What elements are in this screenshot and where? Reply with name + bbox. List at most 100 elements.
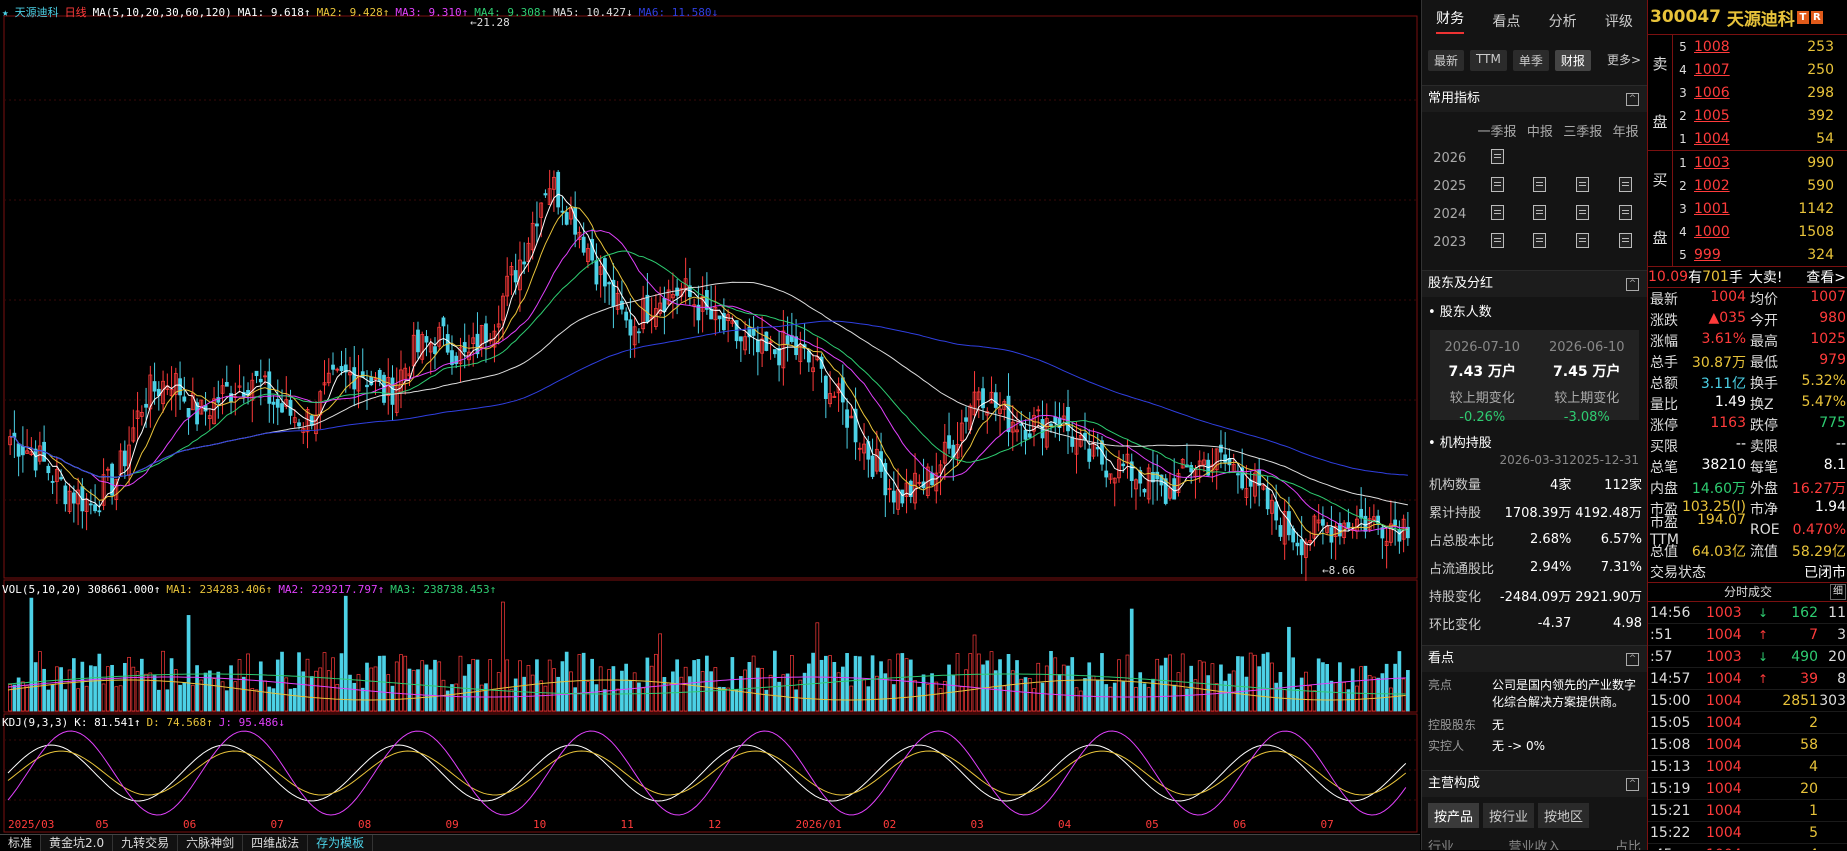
report-doc-icon[interactable] <box>1619 232 1633 248</box>
candle-body <box>607 282 612 285</box>
volume-bar <box>1355 685 1359 712</box>
stat-key: 换Z <box>1750 396 1774 413</box>
business-header[interactable]: 主营构成 ^ <box>1422 770 1647 797</box>
candle-body <box>1121 463 1126 467</box>
stat-key: 最高 <box>1750 333 1778 350</box>
collapse-icon[interactable]: ^ <box>1626 653 1639 666</box>
volume-bar <box>424 664 429 712</box>
volume-bar <box>114 686 119 712</box>
volume-bar <box>866 686 871 712</box>
report-doc-icon[interactable] <box>1490 204 1504 220</box>
report-doc-icon[interactable] <box>1490 232 1504 248</box>
report-doc-icon[interactable] <box>1490 176 1504 192</box>
candle-body <box>870 455 875 477</box>
volume-bar <box>908 659 913 712</box>
indicators-header[interactable]: 常用指标 ^ <box>1422 85 1647 112</box>
kline-chart-svg[interactable]: ←21.28←8.662025/03 05 06 07 08 09 10 11 12 2026/0… <box>0 0 1420 834</box>
business-seg-button[interactable]: 按地区 <box>1538 803 1590 828</box>
alert-view-link[interactable]: 查看> <box>1806 267 1846 287</box>
volume-bar <box>254 689 259 712</box>
detail-button[interactable]: 细 <box>1830 584 1846 600</box>
order-row[interactable]: 1 1004 54 <box>1673 127 1847 150</box>
trades-title: 分时成交 <box>1723 585 1772 599</box>
candle-body <box>16 443 21 457</box>
inst-value-b: 112家 <box>1604 477 1642 493</box>
bottom-tab[interactable]: 六脉神剑 <box>178 835 244 851</box>
candle-body <box>369 376 374 386</box>
report-doc-icon[interactable] <box>1576 204 1590 220</box>
finance-tab[interactable]: 财务 <box>1436 8 1465 34</box>
volume-bar <box>857 656 862 712</box>
candle-body <box>122 450 127 467</box>
order-row[interactable]: 2 1002 590 <box>1673 174 1847 197</box>
volume-bar <box>1299 677 1304 712</box>
report-doc-icon[interactable] <box>1619 204 1633 220</box>
report-doc-icon[interactable] <box>1533 176 1547 192</box>
holder-change-label: 较上期变化 <box>1554 391 1620 406</box>
candle-body <box>637 331 641 334</box>
quote-panel: 300047 天源迪科 TR 卖盘 5 1008 253 4 1007 250 3 1006 2… <box>1647 0 1847 850</box>
bottom-tab[interactable]: 四维战法 <box>243 835 309 851</box>
finance-subtab[interactable]: TTM <box>1470 50 1507 71</box>
finance-subtab[interactable]: 最新 <box>1428 50 1465 71</box>
kandian-header[interactable]: 看点 ^ <box>1422 645 1647 672</box>
candle-body <box>645 294 650 323</box>
candle-body <box>331 364 335 370</box>
report-doc-icon[interactable] <box>1619 176 1633 192</box>
collapse-icon[interactable]: ^ <box>1626 778 1639 791</box>
stat-key: 买限 <box>1650 438 1678 455</box>
bottom-tab[interactable]: 标准 <box>0 835 42 851</box>
order-row[interactable]: 1 1003 990 <box>1673 151 1847 174</box>
volume-bar <box>390 685 395 712</box>
x-axis-label: 2025/03 <box>8 818 54 831</box>
inst-value-b: 6.57% <box>1600 531 1642 547</box>
order-row[interactable]: 3 1006 298 <box>1673 81 1847 104</box>
report-doc-icon[interactable] <box>1576 176 1590 192</box>
bottom-tab[interactable]: 九转交易 <box>113 835 179 851</box>
finance-tab[interactable]: 分析 <box>1549 11 1577 31</box>
candle-body <box>50 481 55 483</box>
volume-bar <box>849 685 854 712</box>
collapse-icon[interactable]: ^ <box>1626 278 1639 291</box>
order-row[interactable]: 3 1001 1142 <box>1673 197 1847 220</box>
finance-tab[interactable]: 评级 <box>1605 11 1633 31</box>
stat-value: 已闭市 <box>1804 564 1846 581</box>
x-axis-label: 05 <box>1146 818 1159 831</box>
collapse-icon[interactable]: ^ <box>1626 93 1639 106</box>
candle-body <box>675 287 680 296</box>
order-row[interactable]: 2 1005 392 <box>1673 104 1847 127</box>
volume-bar <box>318 667 323 712</box>
trade-row: :51 1004 ↑ 7 3 <box>1648 624 1847 646</box>
bottom-tab[interactable]: 存为模板 <box>308 835 374 851</box>
report-doc-icon[interactable] <box>1576 232 1590 248</box>
big-order-alert[interactable]: 10.09 有 701 手大卖! 查看> <box>1648 267 1847 288</box>
volume-bar <box>951 675 956 712</box>
report-doc-icon[interactable] <box>1533 204 1547 220</box>
trade-volume: 2 <box>1809 714 1818 731</box>
finance-subtab[interactable]: 单季 <box>1512 50 1549 71</box>
bottom-tab[interactable]: 黄金坑2.0 <box>41 835 114 851</box>
finance-tab[interactable]: 看点 <box>1492 11 1520 31</box>
x-axis-label: 09 <box>446 818 459 831</box>
stock-name[interactable]: 天源迪科 <box>15 6 59 19</box>
volume-bar <box>118 685 123 712</box>
order-row[interactable]: 4 1000 1508 <box>1673 220 1847 243</box>
period-label[interactable]: 日线 <box>65 6 87 19</box>
volume-bar <box>624 663 628 712</box>
order-row[interactable]: 4 1007 250 <box>1673 58 1847 81</box>
volume-bar <box>560 661 565 712</box>
business-seg-button[interactable]: 按产品 <box>1428 803 1480 828</box>
actual-controller-key: 实控人 <box>1428 739 1465 753</box>
candle-body <box>900 489 905 504</box>
order-row[interactable]: 5 1008 253 <box>1673 35 1847 58</box>
more-link[interactable]: 更多> <box>1607 50 1641 71</box>
order-row[interactable]: 5 999 324 <box>1673 243 1847 266</box>
report-doc-icon[interactable] <box>1490 148 1504 164</box>
kline-chart-area[interactable]: ←21.28 ←8.66 2025/03 05 06 07 08 09 10 11 12 2026/0… <box>0 0 1420 851</box>
finance-subtab[interactable]: 财报 <box>1554 50 1591 71</box>
holders-header[interactable]: 股东及分红 ^ <box>1422 270 1647 297</box>
volume-bar <box>144 673 148 712</box>
trade-price: 1004 <box>1706 670 1742 687</box>
business-seg-button[interactable]: 按行业 <box>1483 803 1535 828</box>
report-doc-icon[interactable] <box>1533 232 1547 248</box>
